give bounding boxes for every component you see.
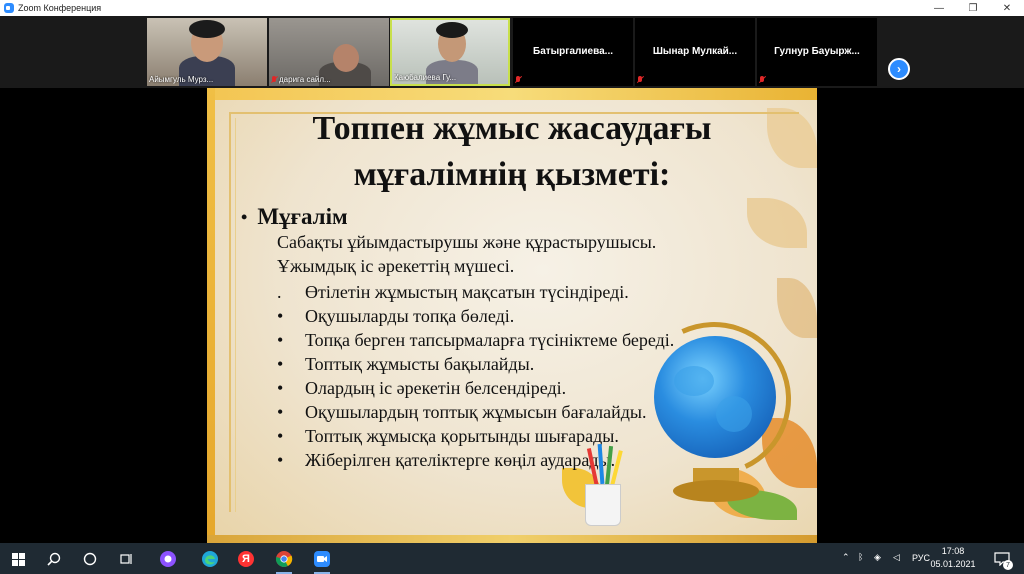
bullet: •: [241, 206, 248, 227]
list-item: . Өтілетін жұмыстың мақсатын түсіндіреді.: [277, 280, 674, 304]
bluetooth-icon[interactable]: ᛒ: [858, 552, 863, 562]
participant-tile[interactable]: Батыргалиева...: [513, 18, 633, 86]
zoom-icon[interactable]: [310, 547, 334, 574]
bullet: •: [277, 449, 284, 470]
bullet: •: [277, 353, 284, 374]
muted-mic-icon: [515, 76, 521, 84]
slide-bullet-list: . Өтілетін жұмыстың мақсатын түсіндіреді.…: [277, 280, 674, 472]
list-item-text: Топқа берген тапсырмаларға түсініктеме б…: [305, 329, 675, 350]
notification-center-button[interactable]: 7: [990, 547, 1014, 571]
gallery-next-page-button[interactable]: ›: [888, 58, 910, 80]
bullet: •: [277, 329, 284, 350]
chevron-right-icon: ›: [897, 62, 901, 76]
volume-icon[interactable]: ◁: [893, 552, 900, 563]
list-item-text: Оқушыларды топқа бөледі.: [305, 305, 515, 326]
participant-name: Шынар Мулкай...: [652, 46, 738, 57]
bullet: •: [277, 401, 284, 422]
participant-status: [515, 76, 631, 84]
slide-title-line: мұғалімнің қызметі:: [353, 156, 671, 193]
window-controls: — ❐ ✕: [922, 0, 1024, 16]
task-view-icon[interactable]: [114, 547, 138, 571]
edge-icon[interactable]: [198, 547, 222, 571]
notification-count-badge: 7: [1003, 560, 1013, 570]
chrome-icon[interactable]: [272, 547, 296, 574]
participant-name: дарига сайл...: [279, 75, 331, 84]
slide-frame: [207, 88, 817, 100]
list-item: • Топқа берген тапсырмаларға түсініктеме …: [277, 328, 674, 352]
clock-date: 05.01.2021: [930, 559, 976, 569]
participant-status: [759, 76, 875, 84]
participant-hair: [436, 22, 468, 38]
yandex-browser-button[interactable]: Я: [234, 547, 258, 571]
window-title: Zoom Конференция: [18, 3, 102, 13]
list-item: • Оқушыларды топқа бөледі.: [277, 304, 674, 328]
participant-name: Айымгуль Мурз...: [149, 75, 214, 84]
participant-name-label: дарига сайл...: [271, 75, 387, 84]
slide-frame: [207, 535, 817, 543]
list-item: • Олардың іс әрекетін белсендіреді.: [277, 376, 674, 400]
leaf-decoration: [777, 278, 817, 338]
list-item-text: Топтық жұмысқа қорытынды шығарады.: [305, 425, 619, 446]
participant-tile[interactable]: Гулнур Бауырж...: [757, 18, 877, 86]
participant-face: [333, 44, 359, 72]
participant-tile[interactable]: Шынар Мулкай...: [635, 18, 755, 86]
bullet: •: [277, 425, 284, 446]
window-title-bar: Zoom Конференция — ❐ ✕: [0, 0, 1024, 16]
slide-heading: • Мұғалім: [241, 204, 348, 230]
participant-tile[interactable]: дарига сайл...: [269, 18, 389, 86]
list-item: • Оқушылардың топтық жұмысын бағалайды.: [277, 400, 674, 424]
slide-title: Топпен жұмыс жасаудағы мұғалімнің қызмет…: [207, 106, 817, 198]
slide-title-line: Топпен жұмыс жасаудағы: [312, 110, 712, 147]
cortana-icon[interactable]: [78, 547, 102, 571]
participant-name-label: Айымгуль Мурз...: [149, 75, 265, 84]
list-item-text: Жіберілген қателіктерге көңіл аударады.: [305, 449, 616, 470]
list-item-text: Өтілетін жұмыстың мақсатын түсіндіреді.: [305, 281, 629, 302]
zoom-logo-icon: [4, 3, 14, 13]
participant-tile[interactable]: Айымгуль Мурз...: [147, 18, 267, 86]
list-item-text: Олардың іс әрекетін белсендіреді.: [305, 377, 567, 398]
list-item: • Топтық жұмысты бақылайды.: [277, 352, 674, 376]
chevron-up-icon[interactable]: ⌃: [842, 552, 850, 563]
list-item-text: Топтық жұмысты бақылайды.: [305, 353, 535, 374]
windows-taskbar: Я ⌃ ᛒ ◈ ◁ РУС 17:08 05.01.2021 7: [0, 543, 1024, 574]
slide-heading-text: Мұғалім: [257, 204, 348, 229]
participant-status: [637, 76, 753, 84]
slide-intro-line: Сабақты ұйымдастырушы және құрастырушысы…: [277, 232, 657, 252]
presentation-slide: Топпен жұмыс жасаудағы мұғалімнің қызмет…: [207, 88, 817, 543]
pencil-cup-illustration: [585, 484, 621, 526]
list-item: • Топтық жұмысқа қорытынды шығарады.: [277, 424, 674, 448]
participant-tile-active-speaker[interactable]: Каюбалиева Гу...: [390, 18, 510, 86]
muted-mic-icon: [271, 75, 277, 84]
bullet: .: [277, 281, 282, 302]
bullet: •: [277, 377, 284, 398]
alice-icon[interactable]: [156, 547, 180, 571]
shared-screen-area: Топпен жұмыс жасаудағы мұғалімнің қызмет…: [0, 88, 1024, 543]
participant-name: Гулнур Бауырж...: [774, 46, 860, 57]
windows-start-button[interactable]: [6, 547, 30, 571]
participant-name: Батыргалиева...: [533, 46, 613, 57]
minimize-button[interactable]: —: [922, 0, 956, 16]
participant-name-label: Каюбалиева Гу...: [394, 73, 506, 82]
restore-button[interactable]: ❐: [956, 0, 990, 16]
system-clock[interactable]: 17:08 05.01.2021: [928, 545, 978, 571]
bullet: •: [277, 305, 284, 326]
yandex-browser-label: Я: [242, 553, 250, 565]
muted-mic-icon: [759, 76, 765, 84]
globe-continent: [674, 366, 714, 396]
network-icon[interactable]: ◈: [874, 552, 881, 563]
windows-start-icon: [11, 552, 25, 566]
close-button[interactable]: ✕: [990, 0, 1024, 16]
search-icon[interactable]: [42, 547, 66, 571]
list-item-text: Оқушылардың топтық жұмысын бағалайды.: [305, 401, 647, 422]
globe-continent: [716, 396, 752, 432]
participant-name: Каюбалиева Гу...: [394, 73, 457, 82]
clock-time: 17:08: [941, 546, 965, 556]
slide-intro-line: Ұжымдық іс әрекеттің мүшесі.: [277, 256, 515, 276]
muted-mic-icon: [637, 76, 643, 84]
globe-base: [673, 480, 759, 502]
leaf-decoration: [747, 198, 807, 248]
participant-hair: [189, 20, 225, 38]
globe-illustration: [654, 336, 776, 458]
participant-gallery: Айымгуль Мурз... дарига сайл... Каюбалие…: [0, 16, 1024, 88]
